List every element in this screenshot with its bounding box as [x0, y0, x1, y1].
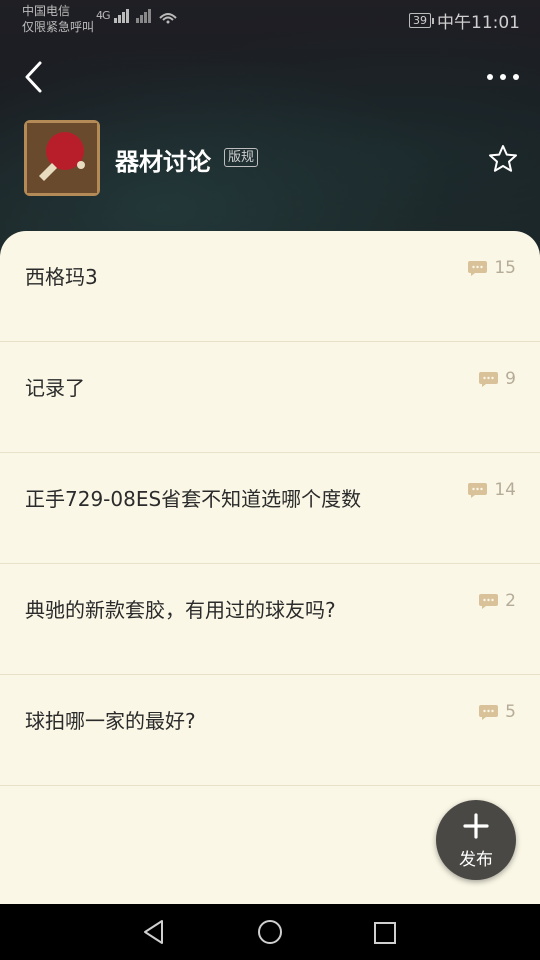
- comment-count-value: 9: [505, 369, 516, 389]
- comment-count: 15: [467, 258, 516, 278]
- publish-label: 发布: [459, 850, 493, 870]
- comment-count-value: 14: [494, 480, 516, 500]
- carrier-emergency: 仅限紧急呼叫: [22, 20, 95, 34]
- comment-count: 5: [478, 702, 516, 722]
- top-navbar: [0, 42, 540, 112]
- more-dot: [500, 74, 506, 80]
- post-title: 正手729-08ES省套不知道选哪个度数: [25, 487, 362, 511]
- signal-icon: 4G: [96, 8, 182, 24]
- ping-pong-paddle-icon: [27, 123, 97, 193]
- comment-count-value: 15: [494, 258, 516, 278]
- back-button[interactable]: [18, 58, 52, 96]
- favorite-button[interactable]: [488, 144, 518, 174]
- plus-icon: [463, 813, 489, 839]
- publish-button[interactable]: 发布: [436, 800, 516, 880]
- carrier-info: 中国电信 仅限紧急呼叫: [22, 3, 94, 35]
- chevron-left-icon: [25, 61, 42, 93]
- nav-recent-icon[interactable]: [372, 920, 398, 946]
- network-type: 4G: [96, 9, 110, 22]
- post-item[interactable]: 正手729-08ES省套不知道选哪个度数 14: [0, 453, 540, 564]
- post-title: 记录了: [25, 376, 85, 400]
- comment-count: 9: [478, 369, 516, 389]
- clock: 中午11:01: [437, 13, 520, 33]
- status-bar: 中国电信 仅限紧急呼叫 4G 39 中午11:01: [0, 0, 540, 36]
- star-outline-icon: [489, 145, 517, 172]
- rules-tag[interactable]: 版规: [224, 148, 259, 167]
- post-title: 西格玛3: [25, 265, 98, 289]
- system-nav-bar: [0, 904, 540, 960]
- post-item[interactable]: 典驰的新款套胶，有用过的球友吗? 2: [0, 564, 540, 675]
- nav-home-icon[interactable]: [256, 918, 284, 946]
- more-dots-icon: [487, 74, 493, 80]
- comment-icon: [468, 482, 488, 498]
- comment-icon: [479, 704, 499, 720]
- comment-count: 14: [467, 480, 516, 500]
- forum-name: 器材讨论: [115, 148, 211, 176]
- post-item[interactable]: 西格玛3 15: [0, 231, 540, 342]
- comment-icon: [468, 260, 488, 276]
- post-title: 典驰的新款套胶，有用过的球友吗?: [25, 598, 336, 622]
- nav-back-icon[interactable]: [140, 918, 168, 946]
- signal-bars-icon: [114, 9, 177, 24]
- comment-icon: [479, 593, 499, 609]
- comment-icon: [479, 371, 499, 387]
- battery-icon: 39: [409, 13, 434, 28]
- carrier-name: 中国电信: [22, 4, 71, 18]
- comment-count-value: 2: [505, 591, 516, 611]
- post-title: 球拍哪一家的最好?: [25, 709, 196, 733]
- post-item[interactable]: 球拍哪一家的最好? 5: [0, 675, 540, 786]
- forum-avatar: [24, 120, 100, 196]
- more-dot: [513, 74, 519, 80]
- forum-info: 器材讨论 版规: [0, 120, 540, 200]
- more-button[interactable]: [482, 66, 524, 88]
- comment-count-value: 5: [505, 702, 516, 722]
- comment-count: 2: [478, 591, 516, 611]
- post-item[interactable]: 记录了 9: [0, 342, 540, 453]
- status-right: 39 中午11:01: [409, 8, 520, 33]
